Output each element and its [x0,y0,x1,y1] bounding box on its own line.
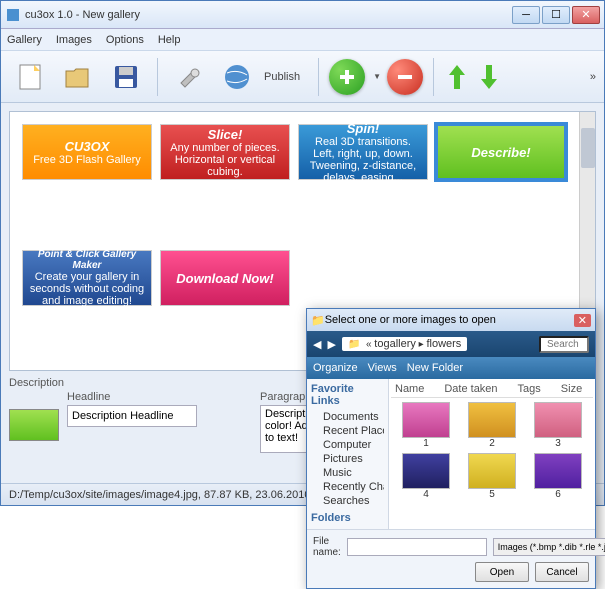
open-button[interactable] [57,56,99,98]
sidebar-link[interactable]: Music [311,466,384,480]
folders-header[interactable]: Folders [311,512,384,524]
status-path: D:/Temp/cu3ox/site/images/image4.jpg, 87… [9,489,356,501]
file-item[interactable]: 5 [461,453,523,500]
menubar: Gallery Images Options Help [1,29,604,51]
file-item[interactable]: 4 [395,453,457,500]
filetype-select[interactable]: Images (*.bmp *.dib *.rle *.jpg *... [493,538,605,556]
sidebar-link[interactable]: Computer [311,438,384,452]
menu-options[interactable]: Options [106,34,144,46]
folder-icon: 📁 [311,314,325,327]
thumbnail-item[interactable]: Download Now! [160,250,290,306]
file-list: Name Date taken Tags Size 1 2 3 4 5 6 [389,379,595,529]
headline-label: Headline [67,391,252,403]
dialog-sidebar: Favorite Links Documents Recent Places C… [307,379,389,529]
maximize-button[interactable]: ☐ [542,6,570,24]
menu-images[interactable]: Images [56,34,92,46]
toolbar: Publish ▼ » [1,51,604,103]
add-dropdown-icon[interactable]: ▼ [373,72,381,81]
dialog-nav: ◀ ▶ 📁 « togallery ▸ flowers [307,331,595,357]
menu-help[interactable]: Help [158,34,181,46]
thumbnail-item[interactable]: CU3OXFree 3D Flash Gallery [22,124,152,180]
sidebar-link[interactable]: Documents [311,410,384,424]
dialog-toolbar: Organize Views New Folder [307,357,595,379]
search-input[interactable] [539,336,589,353]
minimize-button[interactable]: ─ [512,6,540,24]
description-thumbnail [9,409,59,441]
new-button[interactable] [9,56,51,98]
new-folder-button[interactable]: New Folder [407,362,463,374]
publish-label: Publish [264,71,300,83]
sidebar-link[interactable]: Searches [311,494,384,508]
dialog-title: Select one or more images to open [325,314,574,326]
cancel-button[interactable]: Cancel [535,562,589,582]
add-image-button[interactable] [329,59,365,95]
dialog-footer: File name: Images (*.bmp *.dib *.rle *.j… [307,529,595,588]
move-down-button[interactable] [476,58,502,96]
remove-image-button[interactable] [387,59,423,95]
separator [157,58,158,96]
main-window: cu3ox 1.0 - New gallery ─ ☐ ✕ Gallery Im… [0,0,605,506]
filename-label: File name: [313,536,341,558]
headline-input[interactable] [67,405,197,427]
close-button[interactable]: ✕ [572,6,600,24]
views-menu[interactable]: Views [368,362,397,374]
file-open-dialog: 📁 Select one or more images to open ✕ ◀ … [306,308,596,589]
column-headers[interactable]: Name Date taken Tags Size [391,381,593,398]
content-area: CU3OXFree 3D Flash Gallery Slice!Any num… [1,103,604,483]
window-title: cu3ox 1.0 - New gallery [25,9,512,21]
save-button[interactable] [105,56,147,98]
sidebar-link[interactable]: Recently Chan... [311,480,384,494]
thumbnail-item-selected[interactable]: Describe! [436,124,566,180]
sidebar-link[interactable]: Recent Places [311,424,384,438]
thumbnail-item[interactable]: Point & Click Gallery MakerCreate your g… [22,250,152,306]
file-item[interactable]: 2 [461,402,523,449]
dialog-close-button[interactable]: ✕ [574,314,591,327]
dialog-titlebar: 📁 Select one or more images to open ✕ [307,309,595,331]
filename-input[interactable] [347,538,487,556]
separator [318,58,319,96]
thumbnail-item[interactable]: Slice!Any number of pieces. Horizontal o… [160,124,290,180]
file-item[interactable]: 1 [395,402,457,449]
forward-button[interactable]: ▶ [327,338,335,351]
dialog-body: Favorite Links Documents Recent Places C… [307,379,595,529]
menu-gallery[interactable]: Gallery [7,34,42,46]
move-up-button[interactable] [444,58,470,96]
breadcrumb[interactable]: 📁 « togallery ▸ flowers [342,337,467,351]
app-icon [5,7,21,23]
back-button[interactable]: ◀ [313,338,321,351]
more-icon[interactable]: » [590,71,596,83]
thumbnail-grid: CU3OXFree 3D Flash Gallery Slice!Any num… [22,124,583,306]
publish-button[interactable] [216,56,258,98]
scrollbar-thumb[interactable] [581,128,595,168]
titlebar: cu3ox 1.0 - New gallery ─ ☐ ✕ [1,1,604,29]
open-button[interactable]: Open [475,562,529,582]
thumbnail-item[interactable]: Spin!Real 3D transitions. Left, right, u… [298,124,428,180]
favorites-header: Favorite Links [311,383,384,407]
organize-menu[interactable]: Organize [313,362,358,374]
sidebar-link[interactable]: Pictures [311,452,384,466]
settings-button[interactable] [168,56,210,98]
file-item[interactable]: 6 [527,453,589,500]
separator [433,58,434,96]
window-controls: ─ ☐ ✕ [512,6,600,24]
file-item[interactable]: 3 [527,402,589,449]
